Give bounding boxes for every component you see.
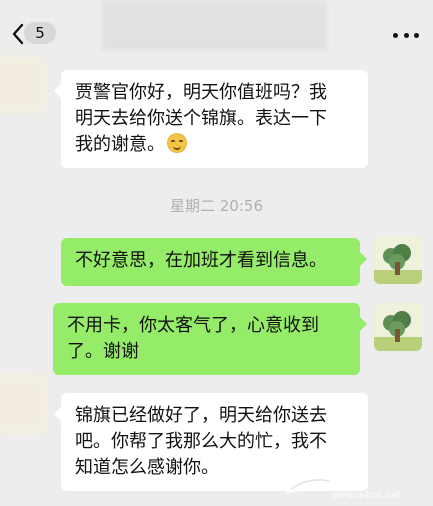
message-line: 不用卡，你太客气了，心意收到: [67, 315, 319, 336]
contact-avatar-blurred[interactable]: [0, 373, 48, 435]
tree-icon: [374, 303, 422, 351]
message-bubble-incoming[interactable]: 贾警官你好，明天你值班吗？我 明天去给你送个锦旗。表达一下 我的谢意。: [54, 70, 368, 168]
message-bubble-outgoing[interactable]: 不好意思，在加班才看到信息。: [61, 238, 367, 286]
smile-emoji-icon: [167, 133, 187, 153]
unread-count-badge[interactable]: 5: [24, 22, 56, 44]
message-line: 吧。你帮了我那么大的忙，我不: [75, 431, 327, 452]
tree-icon: [374, 236, 422, 284]
more-dots-icon: [414, 32, 419, 38]
top-bar: 5: [0, 0, 433, 58]
message-line: 贾警官你好，明天你值班吗？我: [75, 82, 327, 103]
message-line-with-emoji: 我的谢意。: [75, 132, 354, 158]
more-dots-icon: [403, 32, 409, 38]
site-watermark-logo: 论坛 www.la-bbs.net: [285, 467, 401, 501]
message-line: 我的谢意。: [75, 134, 165, 155]
message-line: 了。谢谢: [67, 341, 139, 362]
message-timestamp: 星期二 20:56: [170, 197, 263, 215]
blurred-chat-title: [102, 0, 327, 50]
svg-text:论坛: 论坛: [333, 467, 369, 488]
user-avatar-tree[interactable]: [374, 236, 422, 284]
more-options-button[interactable]: [393, 31, 419, 39]
message-bubble-outgoing[interactable]: 不用卡，你太客气了，心意收到 了。谢谢: [53, 303, 367, 375]
message-line: 锦旗已经做好了，明天给你送去: [75, 405, 327, 426]
user-avatar-tree[interactable]: [374, 303, 422, 351]
message-line: 不好意思，在加班才看到信息。: [75, 250, 327, 271]
contact-avatar-blurred[interactable]: [0, 56, 46, 114]
more-dots-icon: [393, 32, 398, 38]
message-line: 明天去给你送个锦旗。表达一下: [75, 108, 327, 129]
svg-text:www.la-bbs.net: www.la-bbs.net: [331, 491, 401, 501]
